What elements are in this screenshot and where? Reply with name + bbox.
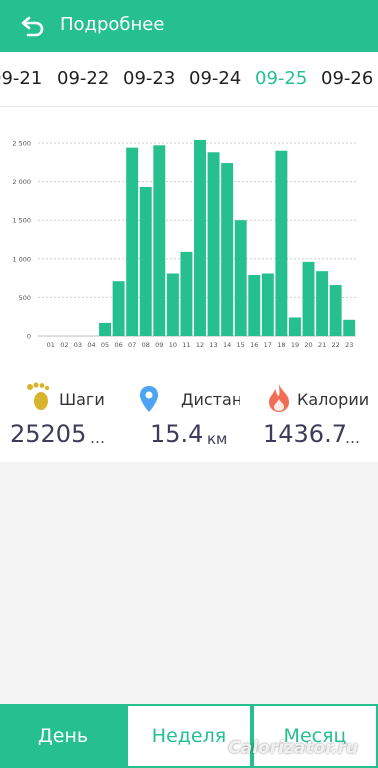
x-tick-label: 16 (250, 341, 258, 349)
y-tick-label: 1 500 (12, 217, 31, 225)
app-header: Подробнее (0, 0, 378, 52)
x-tick-label: 23 (345, 341, 353, 349)
x-tick-label: 20 (304, 341, 312, 349)
x-tick-label: 03 (74, 341, 82, 349)
x-tick-label: 17 (264, 341, 272, 349)
back-arrow-icon[interactable] (20, 15, 46, 37)
date-item[interactable]: 09-23 (123, 68, 175, 89)
x-tick-label: 07 (128, 341, 136, 349)
y-tick-label: 2 500 (12, 140, 31, 148)
steps-label: Шаги (59, 390, 105, 409)
calories-unit: … (345, 429, 360, 447)
date-item[interactable]: 09-26 (321, 68, 373, 89)
bar (126, 147, 139, 336)
bar (275, 150, 288, 336)
x-tick-label: 12 (196, 341, 204, 349)
x-tick-label: 02 (60, 341, 68, 349)
x-tick-label: 06 (114, 341, 122, 349)
x-tick-label: 01 (47, 341, 55, 349)
bar (316, 271, 329, 336)
bar (302, 261, 315, 336)
x-tick-label: 22 (332, 341, 340, 349)
tab-week[interactable]: Неделя (126, 704, 252, 768)
bar (207, 152, 220, 336)
x-tick-label: 11 (182, 341, 190, 349)
date-item[interactable]: 09-22 (57, 68, 109, 89)
x-tick-label: 15 (237, 341, 245, 349)
period-tabs: День Неделя Месяц (0, 704, 378, 768)
date-item[interactable]: 09-24 (189, 68, 241, 89)
bar (343, 319, 356, 336)
x-tick-label: 13 (209, 341, 217, 349)
chart-svg: 0 500 1 000 1 500 2 000 2 500 01 02 03 04 05 06 07 08… (12, 139, 356, 349)
date-strip: 09-21 09-22 09-23 09-24 09-25 09-26 (0, 52, 378, 107)
y-tick-label: 1 000 (12, 255, 31, 263)
bar (180, 251, 193, 336)
calories-value: 1436.7 (263, 420, 347, 448)
bar (194, 139, 206, 336)
bar (261, 273, 274, 336)
flame-icon (269, 384, 289, 412)
steps-value: 25205 (10, 420, 87, 448)
steps-chart: 0 500 1 000 1 500 2 000 2 500 01 02 03 04 05 06 07 08… (0, 107, 378, 352)
distance-label: Дистанция (181, 390, 240, 409)
y-tick-label: 0 (27, 333, 31, 341)
bar (99, 322, 112, 336)
tab-month[interactable]: Месяц (252, 704, 378, 768)
page-title: Подробнее (60, 14, 165, 35)
y-tick-label: 2 000 (12, 178, 31, 186)
y-tick-label: 500 (19, 294, 31, 302)
date-item[interactable]: 09-21 (0, 68, 42, 89)
stats-panel: Шаги 25205 … Дистанция 15.4 км Калории 1… (0, 352, 378, 462)
date-item-selected[interactable]: 09-25 (255, 68, 307, 89)
distance-value: 15.4 (150, 420, 204, 448)
x-tick-label: 19 (291, 341, 299, 349)
bar (221, 163, 234, 336)
steps-unit: … (90, 429, 105, 447)
x-tick-label: 14 (223, 341, 231, 349)
x-tick-label: 05 (101, 341, 109, 349)
x-tick-label: 21 (318, 341, 326, 349)
bar (288, 317, 301, 336)
calories-label: Калории (297, 390, 370, 409)
tab-day[interactable]: День (0, 704, 126, 768)
footprints-icon (27, 382, 50, 410)
x-tick-label: 04 (87, 341, 95, 349)
location-pin-icon (140, 386, 158, 412)
bar (166, 273, 179, 336)
bar (112, 281, 125, 336)
x-tick-label: 09 (155, 341, 163, 349)
x-tick-label: 18 (277, 341, 285, 349)
bar (329, 285, 342, 336)
bar (139, 187, 152, 336)
x-tick-label: 10 (169, 341, 177, 349)
bar (248, 275, 261, 336)
x-tick-label: 08 (142, 341, 150, 349)
bar (234, 220, 247, 336)
bar (153, 145, 166, 336)
distance-unit: км (207, 430, 228, 448)
